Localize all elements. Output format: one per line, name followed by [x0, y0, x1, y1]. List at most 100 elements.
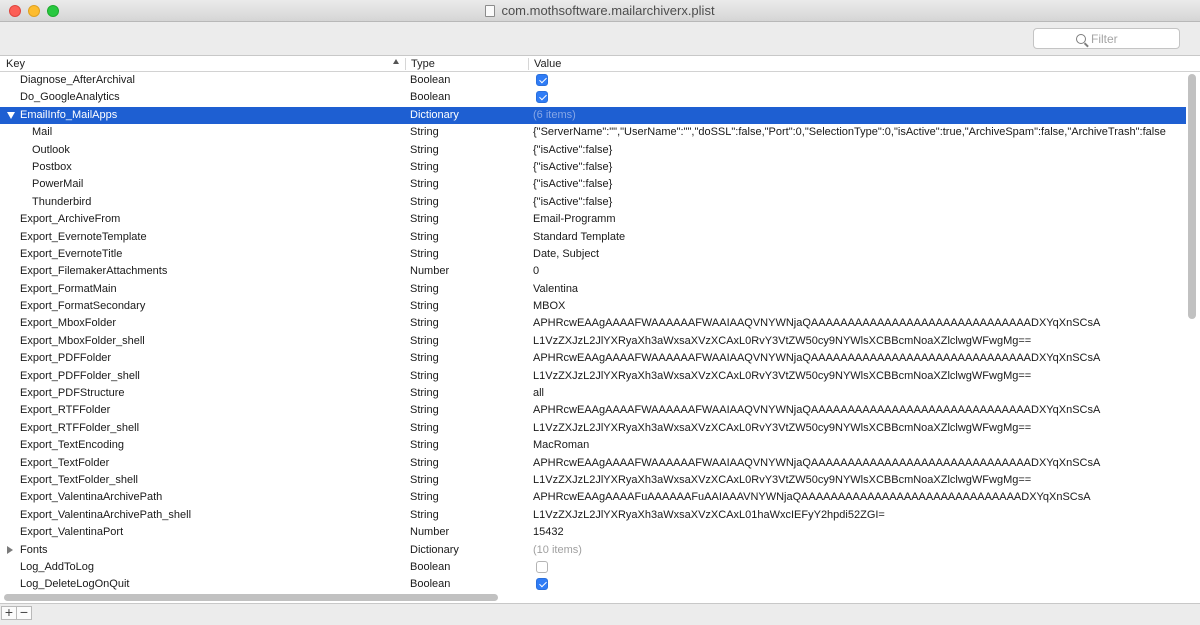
row-value[interactable]: {"isActive":false} [533, 196, 1187, 208]
table-row[interactable]: Export_ValentinaPort Number 15432 [0, 524, 1186, 541]
row-key[interactable]: Export_EvernoteTitle [20, 248, 400, 260]
checked-checkbox[interactable] [536, 74, 548, 86]
row-type[interactable]: String [410, 178, 520, 190]
row-key[interactable]: Export_FormatSecondary [20, 300, 400, 312]
disclosure-closed-icon[interactable] [7, 545, 13, 554]
row-type[interactable]: String [410, 422, 520, 434]
table-row[interactable]: Export_EvernoteTemplate String Standard Te… [0, 229, 1186, 246]
table-row[interactable]: Export_ValentinaArchivePath_shell String L… [0, 507, 1186, 524]
row-type[interactable]: Dictionary [410, 109, 520, 121]
vertical-scrollbar[interactable] [1188, 74, 1196, 319]
row-type[interactable]: String [410, 300, 520, 312]
row-type[interactable]: String [410, 144, 520, 156]
row-type[interactable]: String [410, 387, 520, 399]
row-key[interactable]: Export_PDFFolder_shell [20, 370, 400, 382]
row-value[interactable]: {"ServerName":"","UserName":"","doSSL":f… [533, 126, 1187, 138]
row-key[interactable]: Export_ValentinaArchivePath [20, 491, 400, 503]
row-key[interactable]: Export_MboxFolder [20, 317, 400, 329]
row-value[interactable]: APHRcwEAAgAAAAFWAAAAAAFWAAIAAQVNYWNjaQAA… [533, 317, 1187, 329]
disclosure-open-icon[interactable] [7, 111, 15, 119]
row-value[interactable]: all [533, 387, 1187, 399]
row-type[interactable]: String [410, 317, 520, 329]
row-value[interactable]: APHRcwEAAgAAAAFuAAAAAAFuAAIAAAVNYWNjaQAA… [533, 491, 1187, 503]
table-row[interactable]: Thunderbird String {"isActive":false} [0, 194, 1186, 211]
row-type[interactable]: Boolean [410, 91, 520, 103]
row-key[interactable]: Postbox [32, 161, 412, 173]
row-type[interactable]: String [410, 283, 520, 295]
row-key[interactable]: Export_EvernoteTemplate [20, 231, 400, 243]
table-row[interactable]: Export_TextFolder String APHRcwEAAgAAAAFWA… [0, 455, 1186, 472]
remove-item-button[interactable]: − [16, 605, 32, 620]
row-key[interactable]: Export_FilemakerAttachments [20, 265, 400, 277]
row-value[interactable]: 15432 [533, 526, 1187, 538]
table-row[interactable]: Do_GoogleAnalytics Boolean [0, 89, 1186, 106]
column-divider[interactable] [528, 58, 529, 70]
row-value[interactable]: APHRcwEAAgAAAAFWAAAAAAFWAAIAAQVNYWNjaQAA… [533, 457, 1187, 469]
row-type[interactable]: String [410, 404, 520, 416]
row-type[interactable]: String [410, 509, 520, 521]
row-type[interactable]: String [410, 161, 520, 173]
row-type[interactable]: Boolean [410, 578, 520, 590]
row-value[interactable]: Date, Subject [533, 248, 1187, 260]
row-key[interactable]: Thunderbird [32, 196, 412, 208]
row-key[interactable]: Export_PDFFolder [20, 352, 400, 364]
add-item-button[interactable]: + [1, 605, 17, 620]
row-value[interactable]: L1VzZXJzL2JlYXRyaXh3aWxsaXVzXCAxL0RvY3Vt… [533, 422, 1187, 434]
row-key[interactable]: Export_TextEncoding [20, 439, 400, 451]
row-value[interactable]: {"isActive":false} [533, 161, 1187, 173]
row-item-count[interactable]: (6 items) [533, 109, 1187, 121]
table-row[interactable]: Export_TextEncoding String MacRoman [0, 437, 1186, 454]
table-row[interactable]: Outlook String {"isActive":false} [0, 142, 1186, 159]
filter-field[interactable]: Filter [1033, 28, 1180, 49]
column-header-type[interactable]: Type [411, 58, 435, 70]
table-row[interactable]: Diagnose_AfterArchival Boolean [0, 72, 1186, 89]
row-key[interactable]: Export_RTFFolder_shell [20, 422, 400, 434]
row-key[interactable]: Export_TextFolder_shell [20, 474, 400, 486]
row-type[interactable]: Number [410, 265, 520, 277]
row-type[interactable]: String [410, 196, 520, 208]
row-key[interactable]: Export_PDFStructure [20, 387, 400, 399]
row-key[interactable]: Diagnose_AfterArchival [20, 74, 400, 86]
row-value[interactable]: L1VzZXJzL2JlYXRyaXh3aWxsaXVzXCAxL01haWxc… [533, 509, 1187, 521]
row-key[interactable]: Mail [32, 126, 412, 138]
row-item-count[interactable]: (10 items) [533, 544, 1187, 556]
row-type[interactable]: String [410, 335, 520, 347]
row-key[interactable]: Export_ArchiveFrom [20, 213, 400, 225]
table-row[interactable]: Export_FormatSecondary String MBOX [0, 298, 1186, 315]
row-type[interactable]: Boolean [410, 74, 520, 86]
row-value[interactable]: L1VzZXJzL2JlYXRyaXh3aWxsaXVzXCAxL0RvY3Vt… [533, 474, 1187, 486]
row-key[interactable]: EmailInfo_MailApps [20, 109, 400, 121]
table-row[interactable]: Export_MboxFolder String APHRcwEAAgAAAAFWA… [0, 315, 1186, 332]
table-row[interactable]: Mail String {"ServerName":"","UserName":""… [0, 124, 1186, 141]
row-type[interactable]: String [410, 352, 520, 364]
row-type[interactable]: String [410, 474, 520, 486]
table-row[interactable]: Log_DeleteLogOnQuit Boolean [0, 576, 1186, 593]
table-row[interactable]: EmailInfo_MailApps Dictionary (6 items) [0, 106, 1187, 125]
row-type[interactable]: String [410, 370, 520, 382]
table-row[interactable]: Export_FormatMain String Valentina [0, 281, 1186, 298]
row-value[interactable]: L1VzZXJzL2JlYXRyaXh3aWxsaXVzXCAxL0RvY3Vt… [533, 335, 1187, 347]
row-value[interactable]: MBOX [533, 300, 1187, 312]
row-key[interactable]: Export_ValentinaArchivePath_shell [20, 509, 400, 521]
row-key[interactable]: Outlook [32, 144, 412, 156]
table-row[interactable]: Postbox String {"isActive":false} [0, 159, 1186, 176]
row-value[interactable]: L1VzZXJzL2JlYXRyaXh3aWxsaXVzXCAxL0RvY3Vt… [533, 370, 1187, 382]
row-key[interactable]: Export_FormatMain [20, 283, 400, 295]
row-type[interactable]: String [410, 126, 520, 138]
row-type[interactable]: Number [410, 526, 520, 538]
row-value[interactable]: Email-Programm [533, 213, 1187, 225]
row-key[interactable]: Export_MboxFolder_shell [20, 335, 400, 347]
row-value[interactable]: APHRcwEAAgAAAAFWAAAAAAFWAAIAAQVNYWNjaQAA… [533, 404, 1187, 416]
row-key[interactable]: Export_RTFFolder [20, 404, 400, 416]
row-key[interactable]: Export_ValentinaPort [20, 526, 400, 538]
checked-checkbox[interactable] [536, 91, 548, 104]
table-row[interactable]: Export_MboxFolder_shell String L1VzZXJzL2J… [0, 333, 1186, 350]
row-key[interactable]: Fonts [20, 544, 400, 556]
row-type[interactable]: String [410, 231, 520, 243]
row-type[interactable]: Boolean [410, 561, 520, 573]
row-key[interactable]: Log_AddToLog [20, 561, 400, 573]
row-value[interactable]: APHRcwEAAgAAAAFWAAAAAAFWAAIAAQVNYWNjaQAA… [533, 352, 1187, 364]
table-row[interactable]: Export_RTFFolder_shell String L1VzZXJzL2Jl… [0, 420, 1186, 437]
table-row[interactable]: Export_EvernoteTitle String Date, Subject [0, 246, 1186, 263]
row-key[interactable]: Export_TextFolder [20, 457, 400, 469]
